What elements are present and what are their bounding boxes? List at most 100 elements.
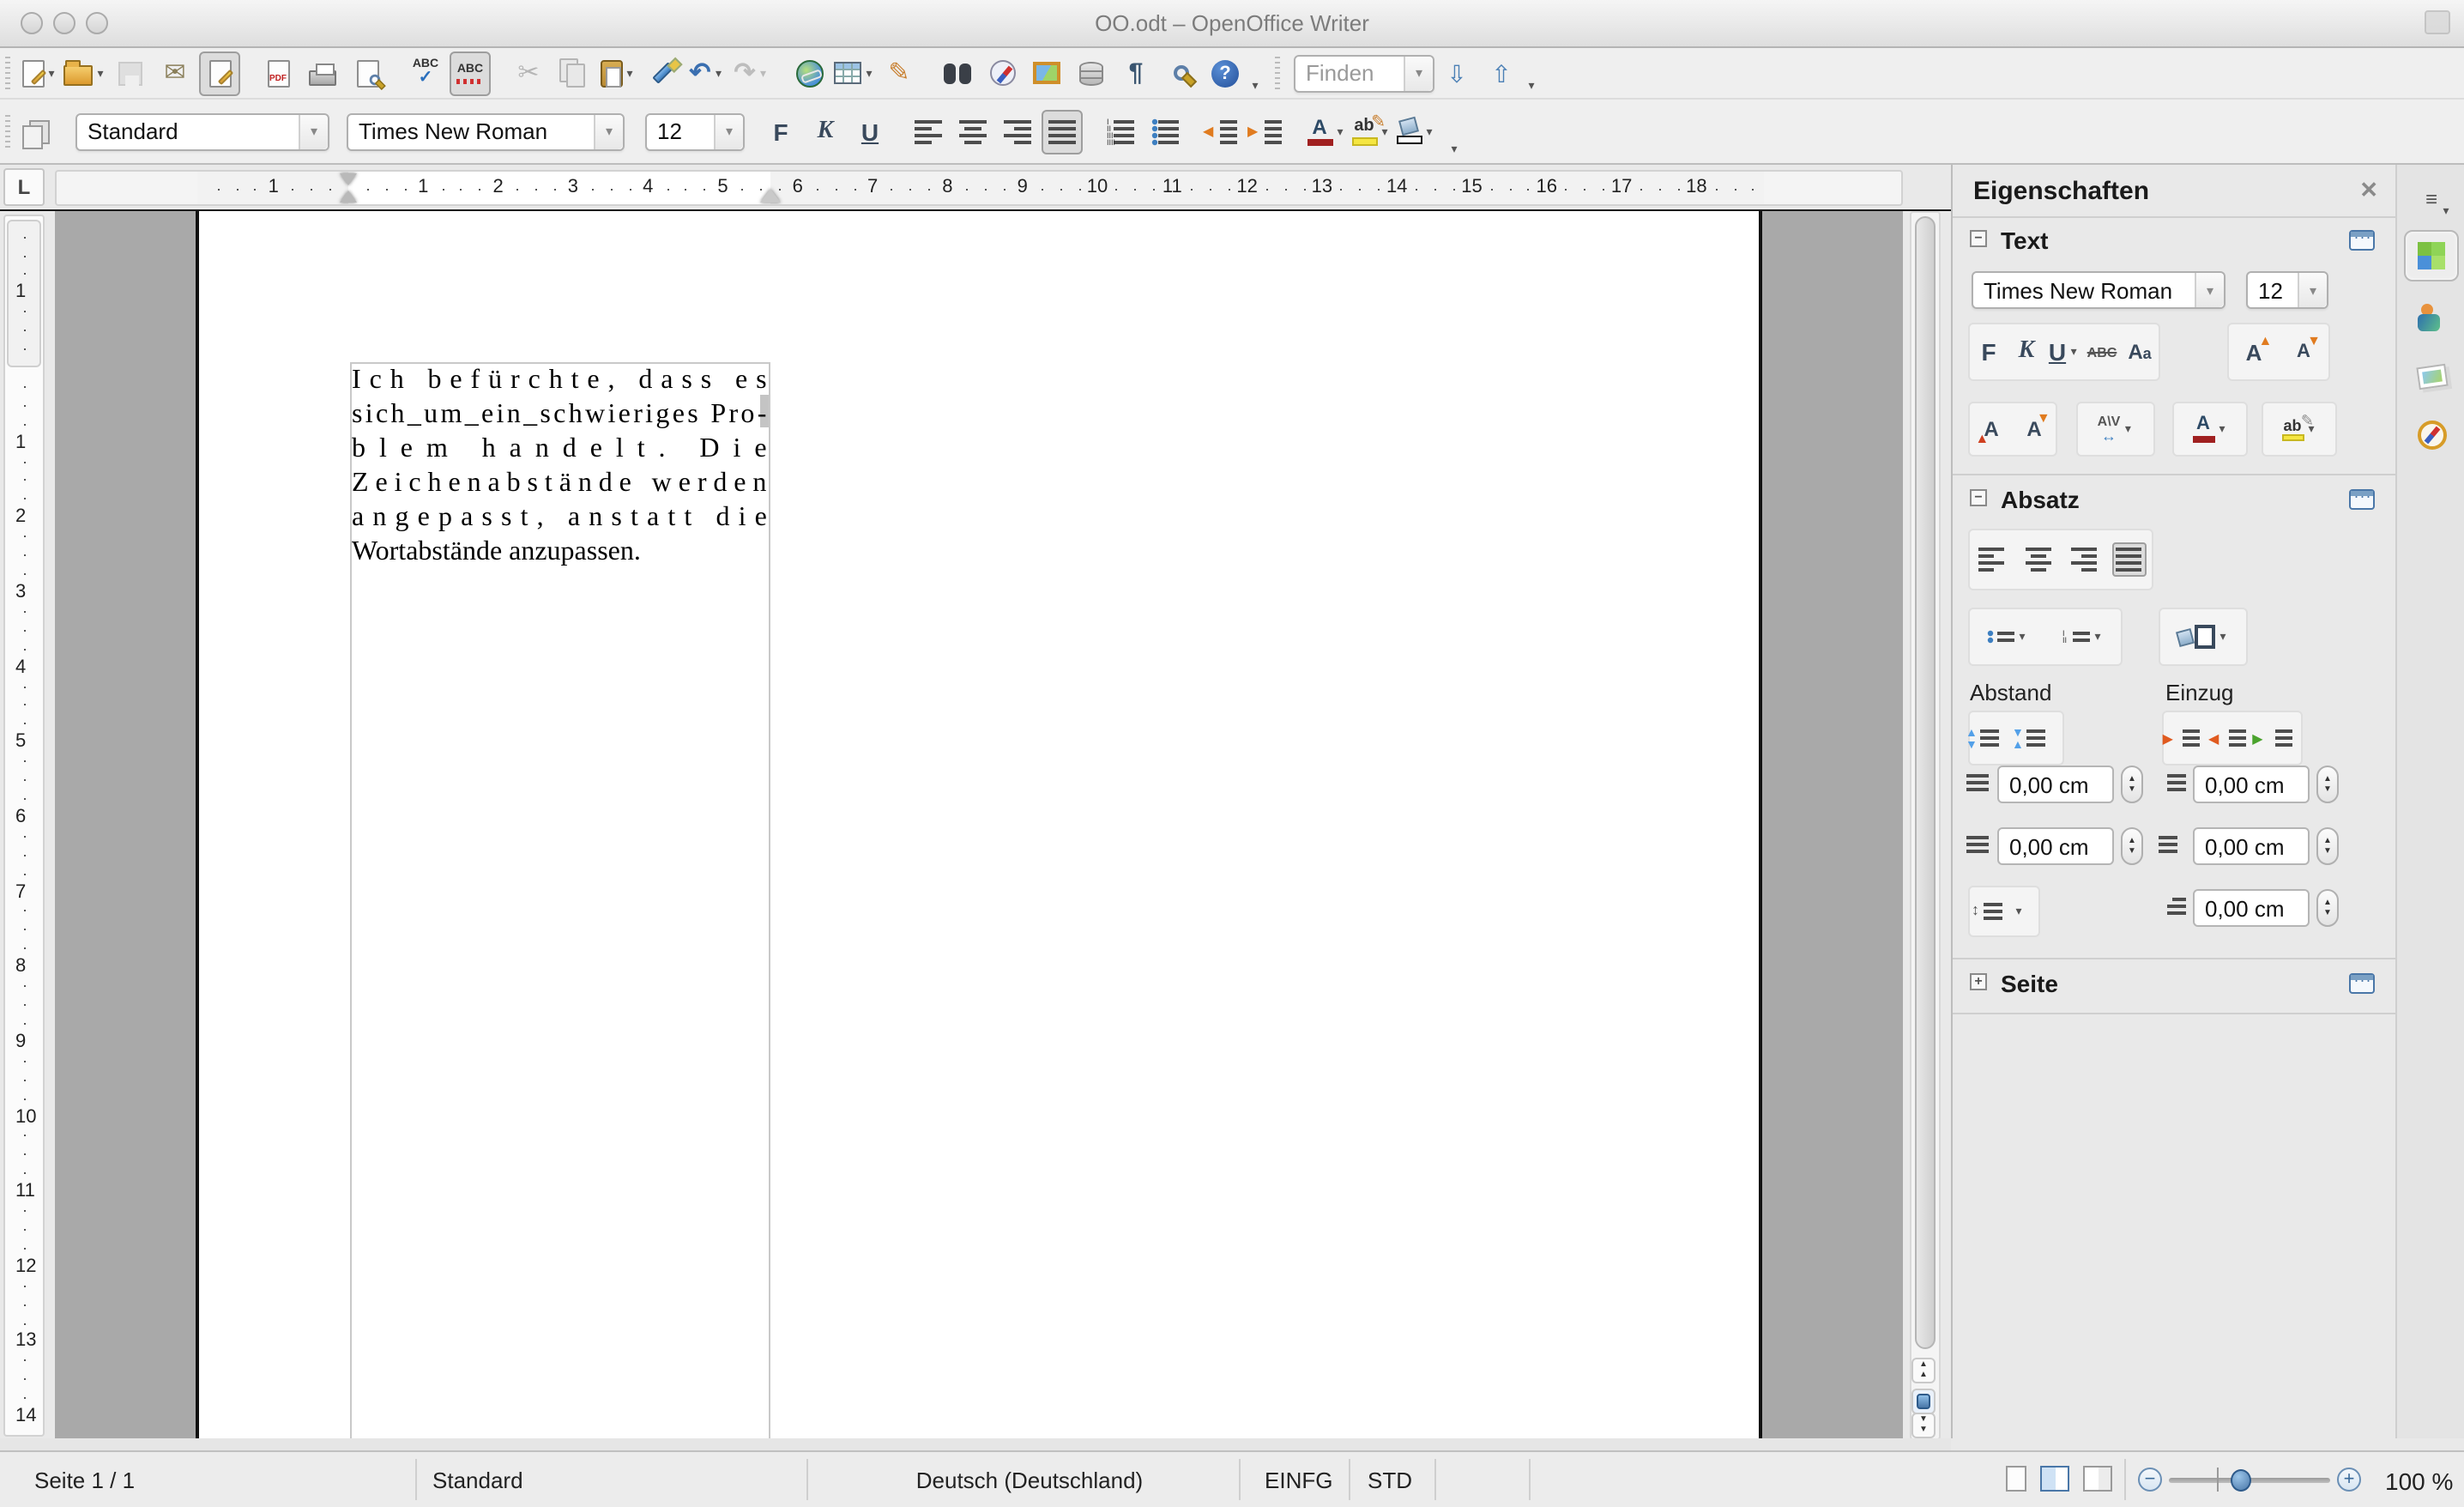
text-dialog-launcher-icon[interactable] xyxy=(2349,225,2375,251)
scrollbar-thumb[interactable] xyxy=(1915,216,1936,1349)
toolbar-overflow-button[interactable]: ▾ xyxy=(1448,142,1460,156)
toolbar-overflow-button[interactable]: ▾ xyxy=(1525,79,1537,93)
undo-button[interactable]: ↶ ▾ xyxy=(686,51,728,95)
chevron-down-icon[interactable]: ▾ xyxy=(1404,56,1433,90)
sidebar-font-color-button[interactable]: A ▾ xyxy=(2192,412,2228,446)
background-color-button[interactable]: ▾ xyxy=(1395,109,1436,154)
page-style-status[interactable]: Standard xyxy=(432,1468,523,1493)
format-paintbrush-button[interactable] xyxy=(642,51,683,95)
vertical-scrollbar[interactable] xyxy=(1910,211,1941,1440)
print-button[interactable] xyxy=(302,51,343,95)
decrease-font-button[interactable]: A ▼ xyxy=(2286,334,2321,369)
insert-table-button[interactable]: ▾ xyxy=(834,51,875,95)
draw-functions-button[interactable]: ✎ xyxy=(879,51,920,95)
chevron-down-icon[interactable]: ▾ xyxy=(45,66,57,80)
right-indent-marker[interactable] xyxy=(760,189,781,203)
paste-button[interactable]: ▾ xyxy=(597,51,638,95)
chevron-down-icon[interactable]: ▾ xyxy=(2216,422,2228,436)
chevron-down-icon[interactable]: ▾ xyxy=(713,66,725,80)
chevron-down-icon[interactable]: ▾ xyxy=(94,66,106,80)
chevron-down-icon[interactable]: ▾ xyxy=(624,66,636,80)
document-line[interactable]: s i c h _ u m _ e i n _ s c h w i e r i g e s Pro- xyxy=(352,398,767,433)
auto-spellcheck-button[interactable]: ABC xyxy=(450,51,491,95)
find-toolbar-input[interactable]: Finden ▾ xyxy=(1294,54,1434,92)
toolbar-handle[interactable] xyxy=(1275,56,1280,90)
chevron-down-icon[interactable]: ▾ xyxy=(714,114,743,148)
align-right-button[interactable] xyxy=(997,109,1038,154)
book-view-button[interactable] xyxy=(2083,1466,2112,1492)
sidebar-align-left-button[interactable] xyxy=(1976,542,2010,577)
next-page-button[interactable]: ▼ ▼ xyxy=(1911,1413,1936,1438)
paragraph-text[interactable]: Ich befürchte, dass e s s i c h _ u m _ e i n _ s c h w i e… xyxy=(352,364,767,570)
section-header-paragraph[interactable]: − Absatz xyxy=(1970,486,2080,513)
font-color-button[interactable]: A ▾ xyxy=(1306,109,1347,154)
first-line-indent-marker[interactable] xyxy=(340,173,357,185)
sidebar-menu-button[interactable]: ≡ ▾ xyxy=(2404,173,2459,225)
formatting-marks-button[interactable]: ¶ xyxy=(1115,51,1157,95)
section-header-page[interactable]: + Seite xyxy=(1970,970,2058,997)
character-spacing-button[interactable]: A\V ↔ ▾ xyxy=(2098,412,2135,446)
chevron-down-icon[interactable]: ▾ xyxy=(863,66,875,80)
chevron-down-icon[interactable]: ▾ xyxy=(2092,630,2104,644)
document-line[interactable]: Zeichenabstände werden xyxy=(352,467,767,501)
chevron-down-icon[interactable]: ▾ xyxy=(2122,422,2134,436)
navigation-button[interactable] xyxy=(1911,1389,1936,1414)
zoom-level-value[interactable]: 100 % xyxy=(2385,1468,2453,1495)
below-paragraph-spacing-field[interactable]: 0,00 cm xyxy=(1997,827,2114,865)
chevron-down-icon[interactable]: ▾ xyxy=(594,114,623,148)
tab-styles[interactable] xyxy=(2404,292,2459,343)
font-name-select[interactable]: Times New Roman ▾ xyxy=(347,112,625,150)
chevron-down-icon[interactable]: ▾ xyxy=(2195,273,2224,307)
previous-page-button[interactable]: ▲ ▲ xyxy=(1911,1358,1936,1383)
line-spacing-button[interactable]: ↕ ▾ xyxy=(1972,894,2025,929)
zoom-out-button[interactable]: − xyxy=(2138,1468,2162,1492)
chevron-down-icon[interactable]: ▾ xyxy=(2298,273,2327,307)
increase-indent-button[interactable]: ▶ xyxy=(1247,109,1289,154)
chevron-down-icon[interactable]: ▾ xyxy=(1423,124,1435,138)
underline-button[interactable]: U xyxy=(849,109,891,154)
page-dialog-launcher-icon[interactable] xyxy=(2349,968,2375,994)
left-indent-marker[interactable] xyxy=(340,191,357,203)
sidebar-decrease-indent-button[interactable]: ◀ xyxy=(2208,721,2250,755)
tab-gallery[interactable] xyxy=(2404,350,2459,402)
after-indent-spinner[interactable]: ▲ ▼ xyxy=(2316,827,2339,865)
sidebar-strikethrough-button[interactable]: ABC xyxy=(2085,335,2119,369)
chevron-down-icon[interactable]: ▾ xyxy=(758,66,770,80)
styles-formatting-button[interactable] xyxy=(19,109,60,154)
sidebar-italic-button[interactable]: K xyxy=(2009,335,2044,369)
numbered-list-button[interactable]: I II III IIII xyxy=(1100,109,1141,154)
export-pdf-button[interactable]: PDF xyxy=(257,51,299,95)
increase-font-button[interactable]: A ▲ xyxy=(2237,333,2273,369)
new-document-button[interactable]: ▾ xyxy=(19,51,60,95)
sidebar-align-center-button[interactable] xyxy=(2021,542,2056,577)
help-button[interactable]: ? xyxy=(1205,51,1246,95)
email-document-button[interactable]: ✉ xyxy=(154,51,196,95)
below-spacing-spinner[interactable]: ▲ ▼ xyxy=(2121,827,2143,865)
chevron-down-icon[interactable]: ▾ xyxy=(299,114,328,148)
document-line[interactable]: Wortabstände anzupassen. xyxy=(352,536,767,570)
first-line-indent-field[interactable]: 0,00 cm xyxy=(2193,889,2310,927)
increase-paragraph-spacing-button[interactable]: ▲ ▼ xyxy=(1966,721,2010,755)
sidebar-font-size-select[interactable]: 12 ▾ xyxy=(2246,271,2328,309)
italic-button[interactable]: K xyxy=(805,109,846,154)
selection-mode-status[interactable]: STD xyxy=(1368,1468,1412,1493)
grow-font-button[interactable]: A ▲ xyxy=(1974,412,2008,446)
document-line[interactable]: blem handelt. Die xyxy=(352,433,767,467)
edit-file-button[interactable] xyxy=(199,51,240,95)
above-paragraph-spacing-field[interactable]: 0,00 cm xyxy=(1997,766,2114,803)
sidebar-font-name-select[interactable]: Times New Roman ▾ xyxy=(1972,271,2225,309)
sidebar-increase-indent-button[interactable]: ▶ xyxy=(2163,721,2204,755)
hyperlink-button[interactable] xyxy=(789,51,830,95)
close-icon[interactable]: ✕ xyxy=(2359,177,2378,204)
document-line[interactable]: Ich befürchte, dass es xyxy=(352,364,767,398)
redo-button[interactable]: ↷ ▾ xyxy=(731,51,772,95)
titlebar[interactable]: OO.odt – OpenOffice Writer xyxy=(0,0,2464,48)
page-number-status[interactable]: Seite 1 / 1 xyxy=(34,1468,135,1493)
multi-page-view-button[interactable] xyxy=(2040,1466,2069,1492)
toolbar-overflow-button[interactable]: ▾ xyxy=(1249,79,1261,93)
above-spacing-spinner[interactable]: ▲ ▼ xyxy=(2121,766,2143,803)
before-indent-spinner[interactable]: ▲ ▼ xyxy=(2316,766,2339,803)
bullet-list-button[interactable] xyxy=(1144,109,1186,154)
tab-stop-type-selector[interactable]: L xyxy=(3,168,45,206)
chevron-down-icon[interactable]: ▾ xyxy=(1334,124,1346,138)
